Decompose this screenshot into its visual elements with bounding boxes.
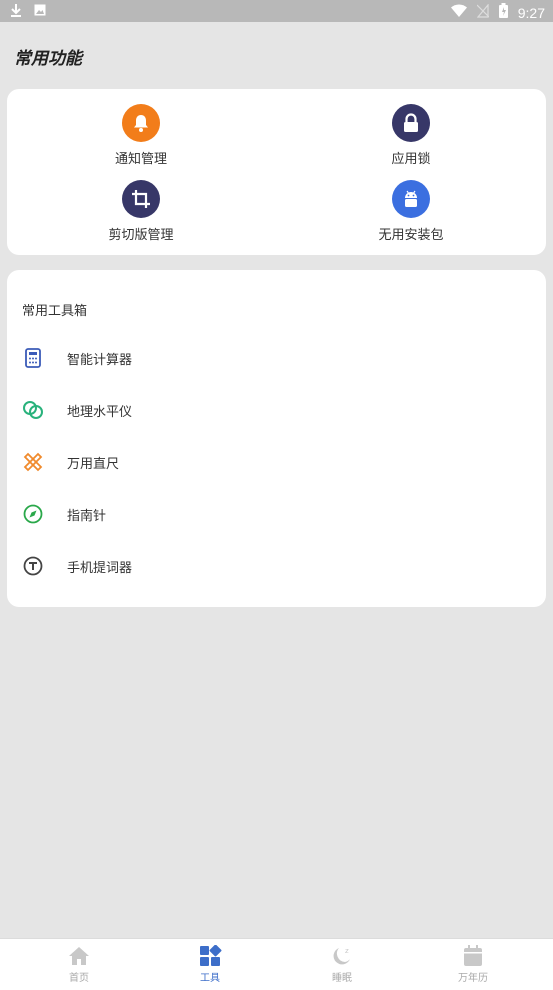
image-icon [34,4,46,20]
svg-text:z: z [345,947,349,955]
function-notification-manager[interactable]: 通知管理 [71,104,211,167]
calculator-icon [22,347,44,369]
tool-label: 手机提词器 [67,560,133,576]
teleprompter-icon [22,555,44,577]
compass-icon [22,503,44,525]
function-clipboard-manager[interactable]: 剪切版管理 [71,180,211,243]
functions-card: 通知管理 应用锁 剪切版管理 无用安装包 [7,89,546,255]
nav-label: 睡眠 [332,973,352,984]
bell-icon [122,104,160,142]
function-label: 应用锁 [391,152,431,167]
nav-label: 首页 [69,973,89,984]
crop-icon [122,180,160,218]
function-label: 无用安装包 [378,228,444,243]
home-icon [67,945,91,967]
nav-item-tools[interactable]: 工具 [170,944,250,984]
function-unused-packages[interactable]: 无用安装包 [341,180,481,243]
nav-label: 工具 [200,973,220,984]
function-app-lock[interactable]: 应用锁 [341,104,481,167]
tool-item-teleprompter[interactable]: 手机提词器 [7,546,546,586]
android-icon [392,180,430,218]
level-icon [22,399,44,421]
page-title: 常用功能 [14,49,82,69]
status-bar: 9:27 [0,0,553,22]
nav-item-home[interactable]: 首页 [39,945,119,984]
tool-label: 地理水平仪 [67,404,133,420]
download-icon [10,3,22,21]
battery-icon [498,3,508,22]
tool-item-compass[interactable]: 指南针 [7,494,546,534]
function-label: 通知管理 [114,152,167,167]
toolbox-header: 常用工具箱 [22,304,88,319]
moon-icon: z [330,945,354,967]
nav-item-calendar[interactable]: 万年历 [433,945,513,984]
signal-off-icon [476,2,490,22]
wifi-icon [450,4,467,21]
tool-item-level[interactable]: 地理水平仪 [7,390,546,430]
bottom-navigation: 首页 工具 z 睡眠 万年历 [0,938,553,990]
ruler-icon [22,451,44,473]
nav-item-sleep[interactable]: z 睡眠 [302,945,382,984]
nav-label: 万年历 [458,973,488,984]
tools-icon [198,944,222,967]
tool-label: 智能计算器 [67,352,133,368]
tool-label: 万用直尺 [67,456,120,472]
status-time: 9:27 [517,4,545,21]
tool-label: 指南针 [67,508,107,524]
tool-item-ruler[interactable]: 万用直尺 [7,442,546,482]
calendar-icon [461,945,485,967]
toolbox-card: 常用工具箱 智能计算器 地理水平仪 万用直尺 指南针 手机提词器 [7,270,546,607]
function-label: 剪切版管理 [108,228,174,243]
tool-item-calculator[interactable]: 智能计算器 [7,338,546,378]
lock-icon [392,104,430,142]
